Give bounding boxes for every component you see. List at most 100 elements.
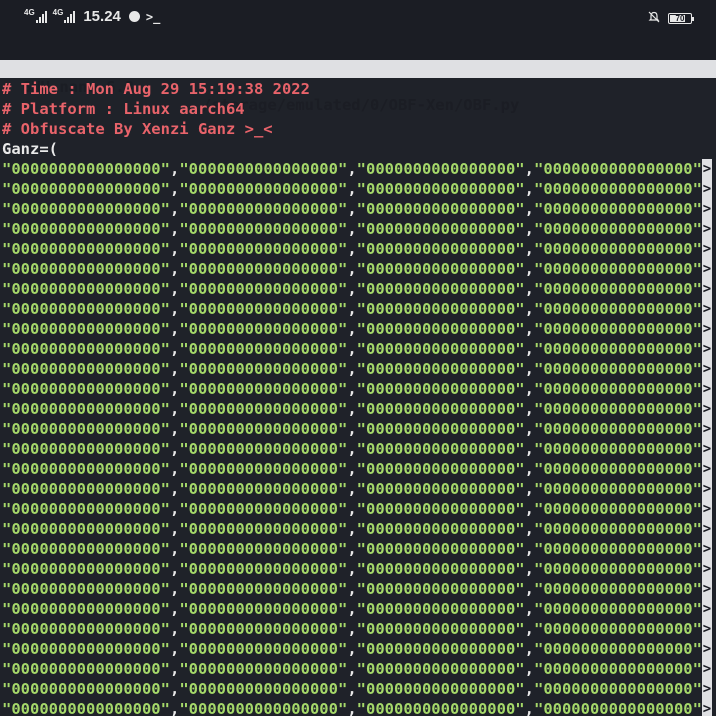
string-literal: "0000000000000000" — [2, 380, 170, 398]
comma: , — [347, 580, 357, 598]
string-row: "0000000000000000","0000000000000000","0… — [2, 219, 716, 239]
string-row: "0000000000000000","0000000000000000","0… — [2, 579, 716, 599]
comma: , — [524, 500, 534, 518]
comma: , — [347, 440, 357, 458]
comma: , — [524, 580, 534, 598]
network-type-label: 4G — [24, 7, 35, 17]
comma: , — [169, 660, 180, 678]
comma: , — [347, 660, 357, 678]
string-literal: "0000000000000000" — [356, 360, 525, 378]
comma: , — [169, 580, 180, 598]
string-literal: "0000000000000000" — [179, 620, 348, 638]
string-literal: "0000000000000000" — [356, 260, 525, 278]
whatsapp-icon — [128, 11, 140, 22]
string-literal: "0000000000000000" — [2, 520, 170, 538]
string-literal: "0000000000000000" — [533, 180, 702, 198]
string-literal: "0000000000000000" — [2, 200, 170, 218]
string-literal: "0000000000000000" — [533, 420, 702, 438]
comma: , — [524, 640, 534, 658]
line-overflow-marker: > — [702, 699, 712, 716]
comma: , — [347, 560, 357, 578]
comma: , — [347, 300, 357, 318]
line-overflow-marker: > — [702, 259, 712, 279]
line-overflow-marker: > — [702, 619, 712, 639]
string-literal: "0000000000000000" — [179, 540, 348, 558]
comma: , — [347, 640, 357, 658]
string-literal: "0000000000000000" — [2, 160, 170, 178]
string-literal: "0000000000000000" — [533, 400, 702, 418]
nano-title-bar: GNU nano 6.3 /storage/emulated/0/OBF-Xen… — [0, 60, 716, 114]
comma: , — [347, 200, 357, 218]
line-overflow-marker: > — [702, 599, 712, 619]
string-literal: "0000000000000000" — [356, 660, 525, 678]
comma: , — [169, 500, 180, 518]
assignment-line: Ganz=( — [2, 140, 58, 158]
terminal-icon: >_ — [145, 9, 161, 24]
editor-buffer[interactable]: # Time : Mon Aug 29 15:19:38 2022 # Plat… — [2, 79, 716, 716]
string-literal: "0000000000000000" — [2, 680, 170, 698]
terminal-top-spacer — [0, 36, 716, 60]
string-literal: "0000000000000000" — [356, 580, 525, 598]
string-literal: "0000000000000000" — [356, 220, 525, 238]
comma: , — [169, 340, 180, 358]
string-literal: "0000000000000000" — [2, 440, 170, 458]
line-overflow-marker: > — [702, 499, 712, 519]
comma: , — [169, 680, 180, 698]
string-literal: "0000000000000000" — [2, 480, 170, 498]
string-literal: "0000000000000000" — [179, 700, 348, 716]
string-literal: "0000000000000000" — [356, 600, 525, 618]
string-literal: "0000000000000000" — [356, 480, 525, 498]
line-overflow-marker: > — [702, 479, 712, 499]
comma: , — [347, 680, 357, 698]
comma: , — [169, 460, 180, 478]
comma: , — [347, 600, 357, 618]
string-literal: "0000000000000000" — [179, 340, 348, 358]
string-literal: "0000000000000000" — [533, 440, 702, 458]
line-overflow-marker: > — [702, 559, 712, 579]
string-row: "0000000000000000","0000000000000000","0… — [2, 419, 716, 439]
line-overflow-marker: > — [702, 459, 712, 479]
string-row: "0000000000000000","0000000000000000","0… — [2, 499, 716, 519]
comma: , — [524, 540, 534, 558]
string-literal: "0000000000000000" — [356, 280, 525, 298]
string-literal: "0000000000000000" — [2, 600, 170, 618]
string-literal: "0000000000000000" — [356, 440, 525, 458]
comment-line-obfuscator: # Obfuscate By Xenzi Ganz >_< — [2, 120, 273, 138]
string-literal: "0000000000000000" — [179, 420, 348, 438]
string-literal: "0000000000000000" — [179, 280, 348, 298]
line-overflow-marker: > — [702, 419, 712, 439]
string-literal: "0000000000000000" — [533, 360, 702, 378]
line-overflow-marker: > — [702, 299, 712, 319]
comma: , — [524, 340, 534, 358]
string-literal: "0000000000000000" — [533, 300, 702, 318]
string-row: "0000000000000000","0000000000000000","0… — [2, 299, 716, 319]
string-literal: "0000000000000000" — [533, 660, 702, 678]
string-literal: "0000000000000000" — [179, 200, 348, 218]
comma: , — [169, 280, 180, 298]
string-literal: "0000000000000000" — [2, 360, 170, 378]
string-literal: "0000000000000000" — [356, 620, 525, 638]
line-overflow-marker: > — [702, 359, 712, 379]
line-overflow-marker: > — [702, 539, 712, 559]
string-literal: "0000000000000000" — [2, 620, 170, 638]
comma: , — [347, 180, 357, 198]
comma: , — [524, 420, 534, 438]
string-literal: "0000000000000000" — [533, 520, 702, 538]
string-literal: "0000000000000000" — [2, 540, 170, 558]
string-row: "0000000000000000","0000000000000000","0… — [2, 259, 716, 279]
string-literal: "0000000000000000" — [533, 540, 702, 558]
string-row: "0000000000000000","0000000000000000","0… — [2, 339, 716, 359]
comma: , — [347, 480, 357, 498]
comma: , — [347, 240, 357, 258]
string-literal: "0000000000000000" — [533, 500, 702, 518]
string-literal: "0000000000000000" — [2, 220, 170, 238]
comma: , — [347, 340, 357, 358]
string-literal: "0000000000000000" — [179, 320, 348, 338]
string-literal: "0000000000000000" — [533, 580, 702, 598]
string-literal: "0000000000000000" — [179, 640, 348, 658]
string-row: "0000000000000000","0000000000000000","0… — [2, 439, 716, 459]
comma: , — [524, 480, 534, 498]
comma: , — [347, 540, 357, 558]
comma: , — [169, 260, 180, 278]
string-literal: "0000000000000000" — [533, 240, 702, 258]
